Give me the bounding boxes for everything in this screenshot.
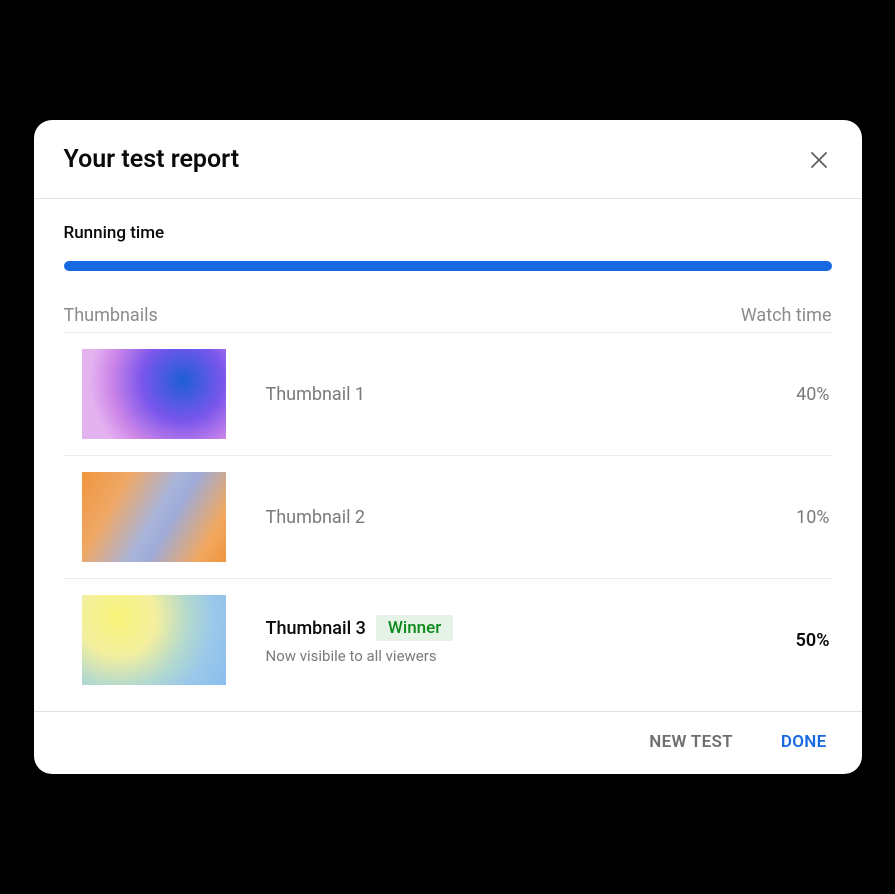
thumbnail-subtitle: Now visibile to all viewers xyxy=(266,647,762,665)
watch-time-value: 10% xyxy=(762,507,832,528)
thumbnails-column-header: Thumbnails xyxy=(64,305,741,326)
row-main: Thumbnail 1 xyxy=(266,384,762,405)
thumbnail-title: Thumbnail 1 xyxy=(266,384,366,405)
table-row: Thumbnail 1 40% xyxy=(64,332,832,455)
done-button[interactable]: DONE xyxy=(781,732,827,752)
new-test-button[interactable]: NEW TEST xyxy=(649,732,733,752)
watch-time-value: 50% xyxy=(762,630,832,651)
running-time-label: Running time xyxy=(64,223,832,243)
columns-header: Thumbnails Watch time xyxy=(64,305,832,332)
dialog-body: Running time Thumbnails Watch time Thumb… xyxy=(34,199,862,701)
row-main: Thumbnail 2 xyxy=(266,507,762,528)
thumbnail-preview-1[interactable] xyxy=(82,349,226,439)
table-row: Thumbnail 3 Winner Now visibile to all v… xyxy=(64,578,832,701)
watch-time-value: 40% xyxy=(762,384,832,405)
table-row: Thumbnail 2 10% xyxy=(64,455,832,578)
thumbnail-preview-3[interactable] xyxy=(82,595,226,685)
row-main: Thumbnail 3 Winner Now visibile to all v… xyxy=(266,615,762,665)
dialog-title: Your test report xyxy=(64,145,240,174)
dialog-footer: NEW TEST DONE xyxy=(34,711,862,774)
winner-badge: Winner xyxy=(376,615,453,641)
thumbnail-preview-2[interactable] xyxy=(82,472,226,562)
dialog-header: Your test report xyxy=(34,120,862,199)
watch-time-column-header: Watch time xyxy=(741,305,832,326)
thumbnail-title: Thumbnail 3 xyxy=(266,618,366,639)
test-report-dialog: Your test report Running time Thumbnails… xyxy=(34,120,862,774)
thumbnail-title: Thumbnail 2 xyxy=(266,507,366,528)
progress-bar xyxy=(64,261,832,271)
close-icon[interactable] xyxy=(806,147,832,173)
